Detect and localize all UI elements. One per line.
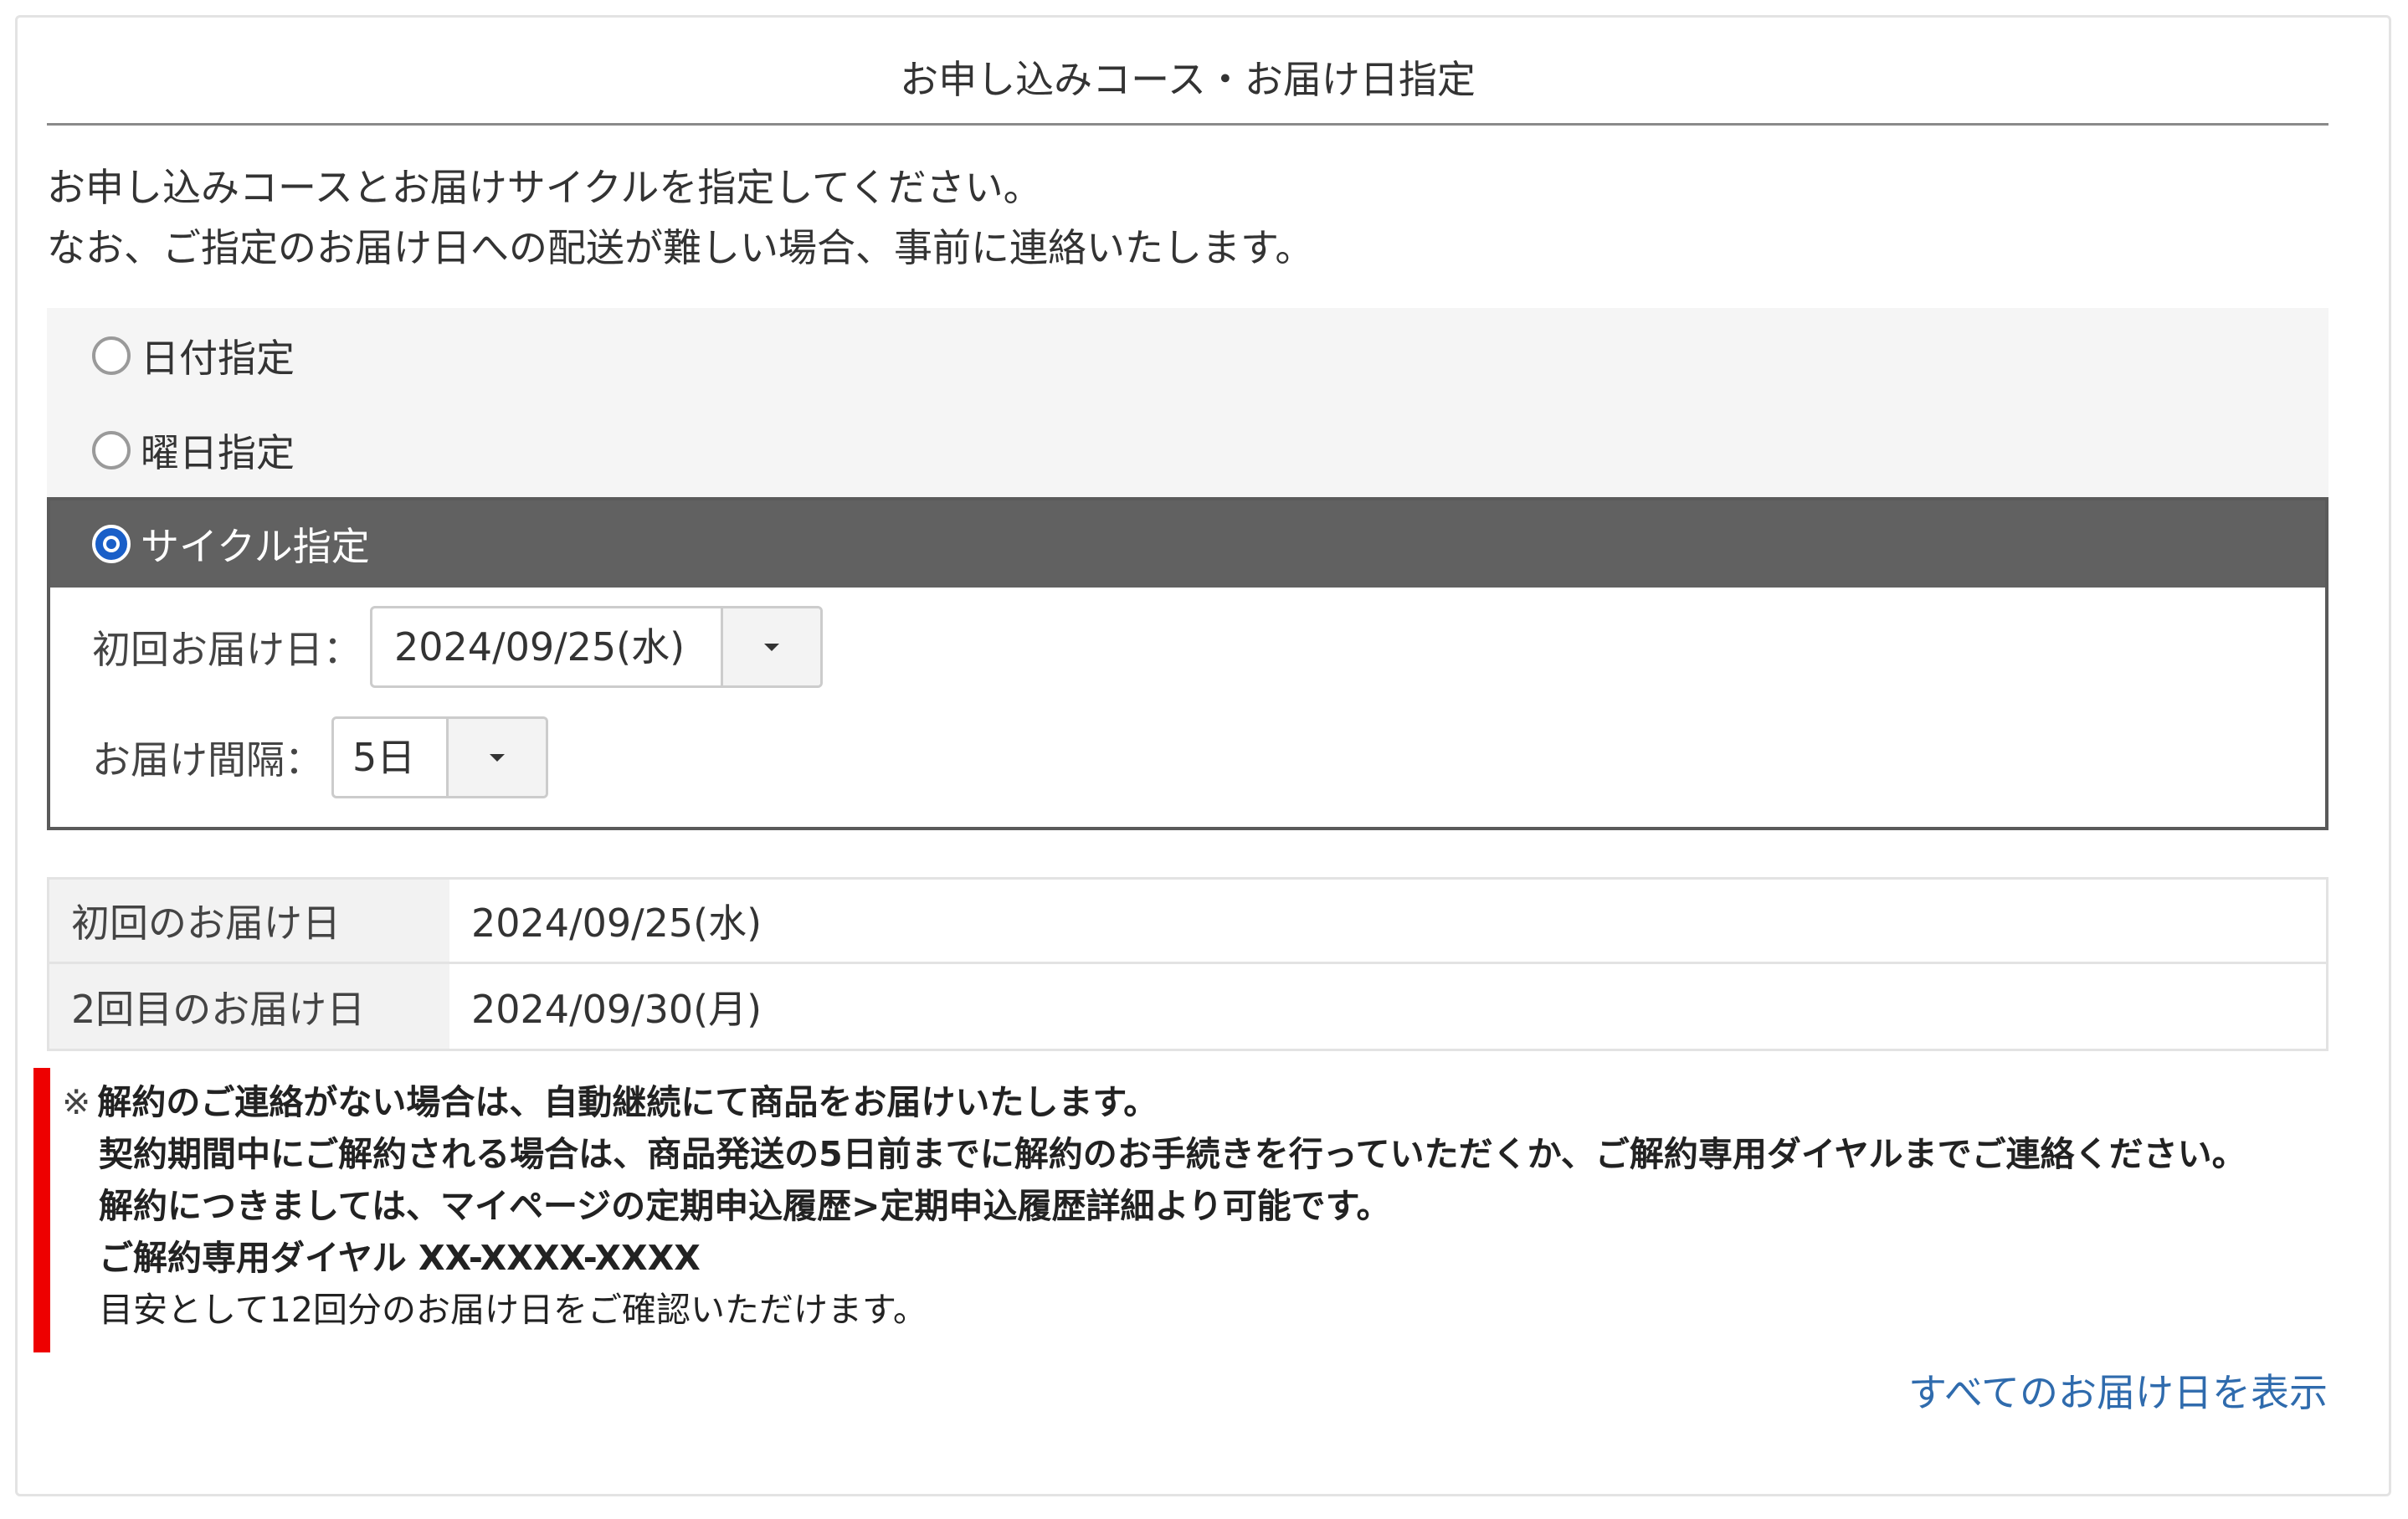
option-weekday-label: 曜日指定	[141, 429, 295, 475]
panel-title: お申し込みコース・お届け日指定	[47, 42, 2328, 126]
notice-line-5: 目安として12回分のお届け日をご確認いただけます。	[99, 1290, 927, 1330]
cancellation-notice: ※ 解約のご連絡がない場合は、自動継続にて商品をお届けいたします。 契約期間中にご…	[33, 1068, 2328, 1352]
intro-text: お申し込みコースとお届けサイクルを指定してください。 なお、ご指定のお届け日への…	[47, 157, 2328, 278]
first-delivery-select[interactable]: 2024/09/25(水)	[370, 606, 823, 688]
schedule-row-label: 初回のお届け日	[49, 880, 449, 962]
radio-checked-icon[interactable]	[92, 525, 131, 563]
schedule-row-value: 2024/09/30(月)	[471, 986, 762, 1032]
notice-mark: ※	[62, 1082, 91, 1122]
notice-line-2: 契約期間中にご解約される場合は、商品発送の5日前までに解約のお手続きを行っていた…	[99, 1134, 2246, 1174]
option-weekday[interactable]: 曜日指定	[47, 403, 2328, 497]
caret-down-icon	[764, 643, 779, 651]
table-row: 初回のお届け日 2024/09/25(水)	[49, 880, 2326, 964]
option-cycle-header[interactable]: サイクル指定	[50, 500, 2325, 588]
interval-value: 5日	[352, 735, 416, 780]
course-options: 日付指定 曜日指定 サイクル指定 初回お届け日： 2024/09/25(水) お…	[47, 308, 2328, 830]
interval-dropdown-button[interactable]	[446, 719, 546, 796]
schedule-row-value: 2024/09/25(水)	[471, 901, 762, 946]
option-cycle: サイクル指定 初回お届け日： 2024/09/25(水) お届け間隔： 5日	[47, 497, 2328, 830]
caret-down-icon	[490, 753, 505, 762]
radio-unchecked-icon[interactable]	[92, 430, 131, 470]
first-delivery-label: 初回お届け日：	[92, 627, 362, 672]
interval-select[interactable]: 5日	[331, 716, 548, 798]
interval-row: お届け間隔： 5日	[92, 716, 548, 798]
option-date[interactable]: 日付指定	[47, 308, 2328, 403]
notice-line-1-text: 解約のご連絡がない場合は、自動継続にて商品をお届けいたします。	[97, 1082, 1158, 1122]
schedule-row-label: 2回目のお届け日	[49, 964, 449, 1049]
first-delivery-value: 2024/09/25(水)	[394, 624, 685, 670]
delivery-schedule-table: 初回のお届け日 2024/09/25(水) 2回目のお届け日 2024/09/3…	[47, 877, 2328, 1051]
first-delivery-dropdown-button[interactable]	[721, 608, 820, 685]
option-cycle-label: サイクル指定	[141, 524, 370, 569]
notice-line-4: ご解約専用ダイヤル XX-XXXX-XXXX	[99, 1238, 701, 1278]
option-date-label: 日付指定	[141, 335, 295, 381]
table-row: 2回目のお届け日 2024/09/30(月)	[49, 964, 2326, 1049]
notice-line-1: ※ 解約のご連絡がない場合は、自動継続にて商品をお届けいたします。	[62, 1076, 2328, 1128]
radio-unchecked-icon[interactable]	[92, 336, 131, 375]
intro-line-2: なお、ご指定のお届け日への配送が難しい場合、事前に連絡いたします。	[47, 225, 1314, 270]
intro-line-1: お申し込みコースとお届けサイクルを指定してください。	[47, 165, 1042, 210]
notice-line-3: 解約につきましては、マイページの定期申込履歴>定期申込履歴詳細より可能です。	[99, 1186, 1391, 1226]
show-all-deliveries-link[interactable]: すべてのお届け日を表示	[1908, 1362, 2328, 1418]
first-delivery-row: 初回お届け日： 2024/09/25(水)	[92, 606, 823, 688]
interval-label: お届け間隔：	[92, 737, 323, 783]
